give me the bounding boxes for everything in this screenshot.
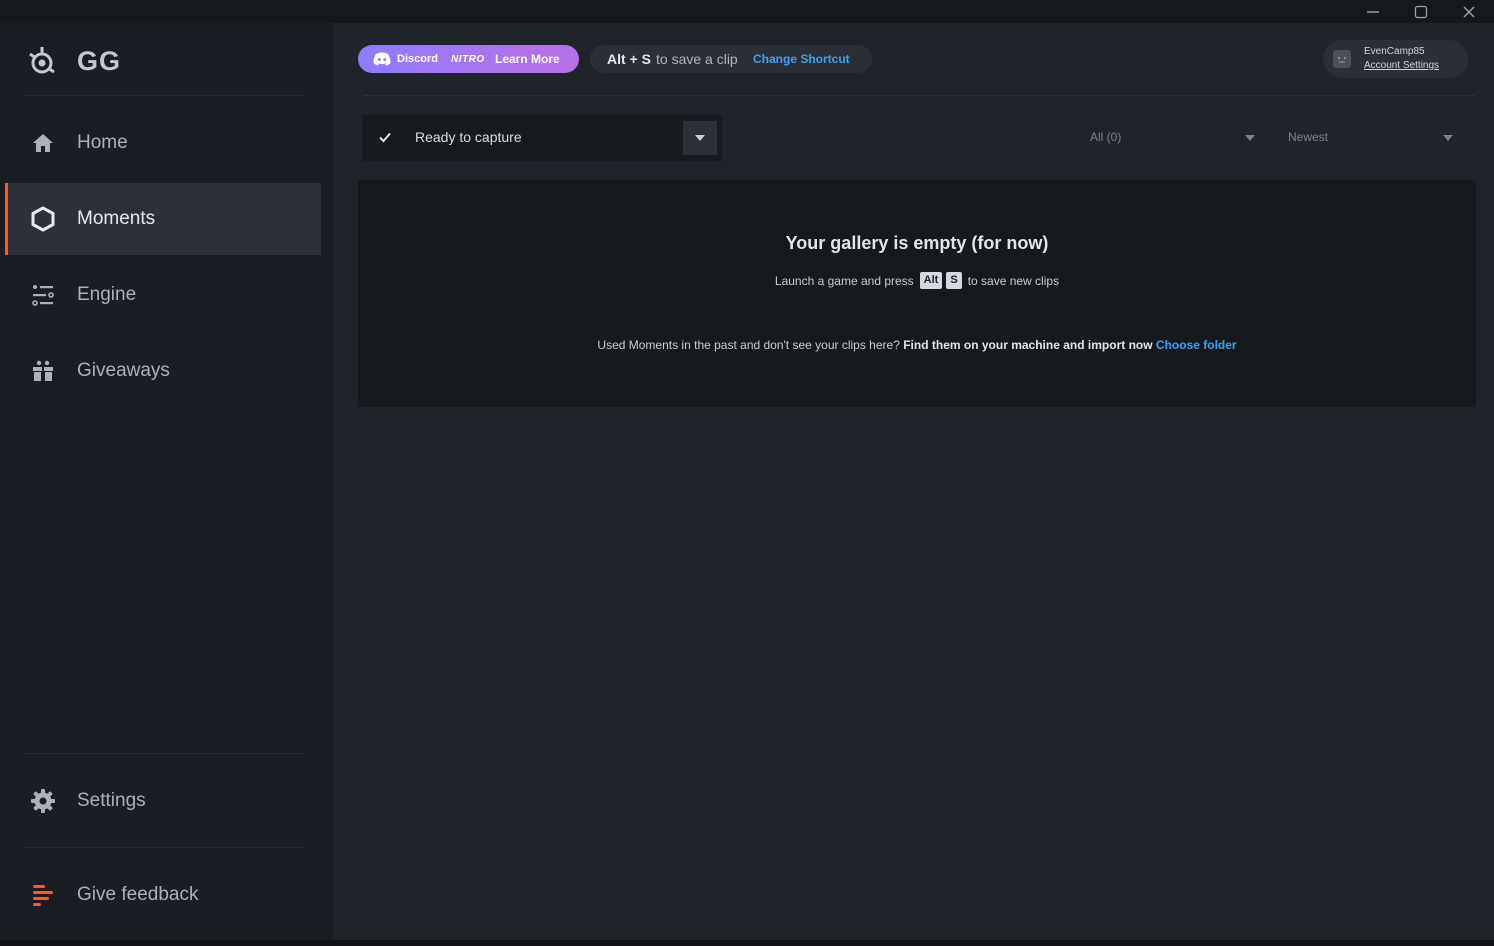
maximize-button[interactable] bbox=[1397, 0, 1445, 23]
gift-icon bbox=[30, 358, 56, 384]
sidebar: GG Home Moments Engine Giveaways Setting… bbox=[0, 23, 333, 940]
account-username: EvenCamp85 bbox=[1364, 46, 1425, 57]
steelseries-logo-icon bbox=[29, 47, 55, 74]
key-s: S bbox=[946, 272, 962, 289]
category-filter-value: All (0) bbox=[1090, 130, 1122, 144]
sidebar-item-feedback[interactable]: Give feedback bbox=[5, 859, 321, 931]
feedback-icon bbox=[30, 882, 56, 908]
minimize-button[interactable] bbox=[1349, 0, 1397, 23]
gallery-import-hint: Used Moments in the past and don't see y… bbox=[358, 338, 1476, 352]
gallery-launch-hint: Launch a game and press Alt S to save ne… bbox=[358, 272, 1476, 289]
gallery-empty-state: Your gallery is empty (for now) Launch a… bbox=[358, 180, 1476, 407]
caret-down-icon bbox=[1443, 135, 1453, 141]
minimize-icon bbox=[1367, 10, 1379, 13]
key-alt: Alt bbox=[919, 272, 943, 289]
title-bar bbox=[0, 0, 1494, 23]
change-shortcut-link[interactable]: Change Shortcut bbox=[753, 52, 850, 66]
bottom-edge bbox=[0, 940, 1494, 946]
maximize-icon bbox=[1414, 5, 1428, 18]
shortcut-keys: Alt + S bbox=[607, 51, 651, 67]
sidebar-divider bbox=[24, 753, 304, 754]
sort-dropdown[interactable]: Newest bbox=[1288, 130, 1453, 148]
app-logo-text: GG bbox=[77, 45, 122, 76]
nitro-label: NITRO bbox=[451, 53, 485, 65]
sidebar-divider bbox=[24, 847, 304, 848]
capture-dropdown-button[interactable] bbox=[683, 121, 717, 155]
shortcut-pill: Alt + S to save a clip Change Shortcut bbox=[590, 45, 872, 73]
sidebar-item-label: Moments bbox=[77, 208, 156, 229]
gear-icon bbox=[30, 788, 56, 814]
sidebar-divider bbox=[24, 95, 304, 96]
import-hint-bold: Find them on your machine and import now bbox=[903, 338, 1153, 352]
capture-status-dropdown[interactable]: Ready to capture bbox=[362, 115, 722, 161]
import-hint-text: Used Moments in the past and don't see y… bbox=[597, 338, 900, 352]
caret-down-icon bbox=[1245, 135, 1255, 141]
avatar-icon bbox=[1338, 57, 1346, 63]
gallery-empty-title: Your gallery is empty (for now) bbox=[785, 233, 1049, 253]
launch-hint-text-end: to save new clips bbox=[967, 273, 1060, 288]
account-settings-link[interactable]: Account Settings bbox=[1364, 60, 1439, 71]
discord-label: Discord bbox=[397, 53, 438, 65]
sidebar-item-label: Home bbox=[77, 132, 128, 153]
sidebar-item-engine[interactable]: Engine bbox=[5, 259, 321, 331]
avatar[interactable] bbox=[1333, 50, 1351, 68]
hexagon-icon bbox=[30, 206, 56, 232]
account-widget[interactable]: EvenCamp85 Account Settings bbox=[1323, 40, 1468, 78]
sidebar-item-home[interactable]: Home bbox=[5, 107, 321, 179]
launch-hint-text: Launch a game and press bbox=[774, 273, 914, 288]
sidebar-item-label: Engine bbox=[77, 284, 137, 305]
sidebar-item-moments[interactable]: Moments bbox=[5, 183, 321, 255]
category-filter-dropdown[interactable]: All (0) bbox=[1090, 130, 1255, 148]
caret-down-icon bbox=[695, 135, 705, 141]
discord-icon bbox=[373, 52, 391, 66]
check-icon bbox=[379, 132, 391, 143]
close-button[interactable] bbox=[1445, 0, 1493, 23]
sidebar-item-label: Give feedback bbox=[77, 884, 199, 905]
sidebar-item-settings[interactable]: Settings bbox=[5, 765, 321, 837]
choose-folder-link[interactable]: Choose folder bbox=[1156, 338, 1237, 352]
capture-status-label: Ready to capture bbox=[415, 129, 522, 145]
close-icon bbox=[1463, 5, 1475, 18]
sidebar-item-label: Settings bbox=[77, 790, 146, 811]
main-content: Discord NITRO Learn More Alt + S to save… bbox=[333, 23, 1494, 940]
sort-value: Newest bbox=[1288, 130, 1329, 144]
app-logo[interactable]: GG bbox=[26, 43, 121, 79]
home-icon bbox=[30, 130, 56, 156]
sliders-icon bbox=[30, 282, 56, 308]
discord-nitro-banner[interactable]: Discord NITRO Learn More bbox=[358, 45, 579, 73]
header-divider bbox=[363, 95, 1475, 96]
shortcut-text: to save a clip bbox=[656, 51, 738, 67]
learn-more-link[interactable]: Learn More bbox=[495, 52, 560, 66]
sidebar-item-label: Giveaways bbox=[77, 360, 170, 381]
sidebar-item-giveaways[interactable]: Giveaways bbox=[5, 335, 321, 407]
